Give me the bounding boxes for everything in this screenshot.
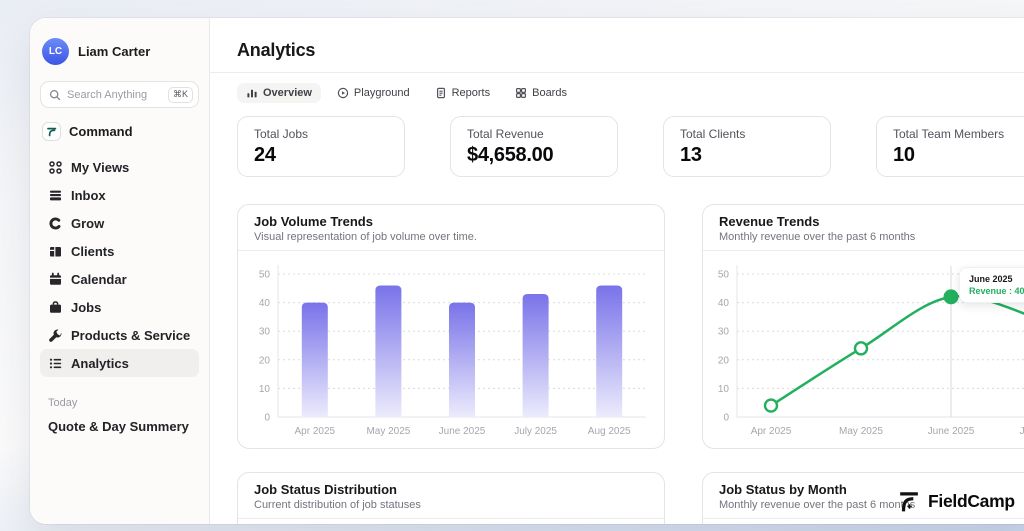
job-status-distribution-card: Job Status Distribution Current distribu…	[237, 472, 665, 524]
fieldcamp-icon	[900, 492, 918, 512]
tab-playground[interactable]: Playground	[328, 83, 419, 103]
card-header: Job Status Distribution Current distribu…	[238, 473, 664, 519]
svg-text:20: 20	[259, 355, 271, 366]
svg-text:50: 50	[718, 270, 730, 281]
search-placeholder: Search Anything	[67, 88, 148, 101]
svg-text:30: 30	[259, 327, 271, 338]
svg-text:May 2025: May 2025	[839, 426, 883, 437]
svg-text:July 2025: July 2025	[1020, 426, 1024, 437]
sidebar-item-quote-day-summary[interactable]: Quote & Day Summery	[40, 419, 199, 434]
stats-row: Total Jobs 24 Total Revenue $4,658.00 To…	[210, 103, 1024, 177]
svg-text:10: 10	[259, 384, 271, 395]
calendar-icon	[50, 272, 61, 285]
svg-text:20: 20	[718, 355, 730, 366]
play-circle-icon	[337, 87, 349, 99]
avatar: LC	[42, 38, 69, 65]
list-icon	[49, 358, 62, 368]
stat-card-total-revenue: Total Revenue $4,658.00	[450, 116, 618, 177]
stat-card-total-team-members: Total Team Members 10	[876, 116, 1024, 177]
sidebar-item-analytics[interactable]: Analytics	[40, 349, 199, 377]
svg-text:0: 0	[723, 413, 729, 424]
boards-grid-icon	[516, 88, 527, 98]
document-icon	[436, 87, 445, 99]
svg-text:50: 50	[259, 270, 271, 281]
svg-text:May 2025: May 2025	[366, 426, 410, 437]
tab-reports[interactable]: Reports	[426, 83, 500, 103]
inbox-icon	[50, 190, 61, 200]
sidebar-item-jobs[interactable]: Jobs	[40, 293, 199, 321]
card-header: Revenue Trends Monthly revenue over the …	[703, 205, 1024, 251]
app-window: LC Liam Carter Search Anything ⌘K Comman…	[30, 18, 1024, 524]
clients-table-icon	[50, 246, 61, 256]
stat-card-total-clients: Total Clients 13	[663, 116, 831, 177]
job-volume-trends-card: Job Volume Trends Visual representation …	[237, 204, 665, 449]
sidebar-menu: My Views Inbox Grow Clients Calendar Job…	[40, 153, 199, 377]
svg-text:Apr 2025: Apr 2025	[751, 426, 792, 437]
sidebar-item-command[interactable]: Command	[40, 118, 199, 145]
svg-text:30: 30	[718, 327, 730, 338]
svg-text:June 2025: June 2025	[928, 426, 975, 437]
search-input[interactable]: Search Anything ⌘K	[40, 81, 199, 108]
page-header: Analytics	[210, 18, 1024, 73]
page-title: Analytics	[237, 40, 316, 60]
user-name: Liam Carter	[78, 44, 151, 59]
job-volume-bar-chart: 0 10 20 30 40 50 Apr 2025 May 2025 June 2025 July…	[259, 265, 646, 437]
stat-card-total-jobs: Total Jobs 24	[237, 116, 405, 177]
search-icon	[49, 89, 61, 100]
svg-text:July 2025: July 2025	[514, 426, 557, 437]
svg-text:40: 40	[259, 298, 271, 309]
shortcut-badge: ⌘K	[167, 86, 193, 103]
sidebar-section-today: Today	[48, 397, 78, 409]
grow-icon	[49, 216, 62, 230]
svg-text:June 2025: June 2025	[439, 426, 486, 437]
svg-text:10: 10	[718, 384, 730, 395]
revenue-trends-card: Revenue Trends Monthly revenue over the …	[702, 204, 1024, 449]
tab-boards[interactable]: Boards	[506, 83, 576, 103]
sidebar-item-inbox[interactable]: Inbox	[40, 181, 199, 209]
card-header: Job Volume Trends Visual representation …	[238, 205, 664, 251]
sidebar: LC Liam Carter Search Anything ⌘K Comman…	[30, 18, 210, 524]
charts-row-1: Job Volume Trends Visual representation …	[210, 177, 1024, 449]
user-profile[interactable]: LC Liam Carter	[40, 38, 199, 65]
sidebar-item-grow[interactable]: Grow	[40, 209, 199, 237]
main-content: Analytics Overview Playground Reports Bo…	[210, 18, 1024, 524]
bar-chart-icon	[247, 89, 257, 98]
sidebar-item-products-service[interactable]: Products & Service	[40, 321, 199, 349]
fieldcamp-logo: FieldCamp	[896, 489, 1015, 514]
grid-dots-icon	[49, 160, 62, 174]
briefcase-icon	[50, 300, 61, 313]
sidebar-item-clients[interactable]: Clients	[40, 237, 199, 265]
svg-text:Apr 2025: Apr 2025	[295, 426, 336, 437]
chart-tooltip: June 2025 Revenue : 4000	[959, 267, 1024, 303]
wrench-icon	[49, 329, 62, 342]
tab-bar: Overview Playground Reports Boards	[210, 73, 1024, 103]
svg-text:Aug 2025: Aug 2025	[588, 426, 631, 437]
svg-text:0: 0	[264, 413, 270, 424]
sidebar-item-calendar[interactable]: Calendar	[40, 265, 199, 293]
command-icon	[42, 122, 61, 141]
tab-overview[interactable]: Overview	[237, 83, 321, 103]
svg-text:40: 40	[718, 298, 730, 309]
sidebar-item-my-views[interactable]: My Views	[40, 153, 199, 181]
